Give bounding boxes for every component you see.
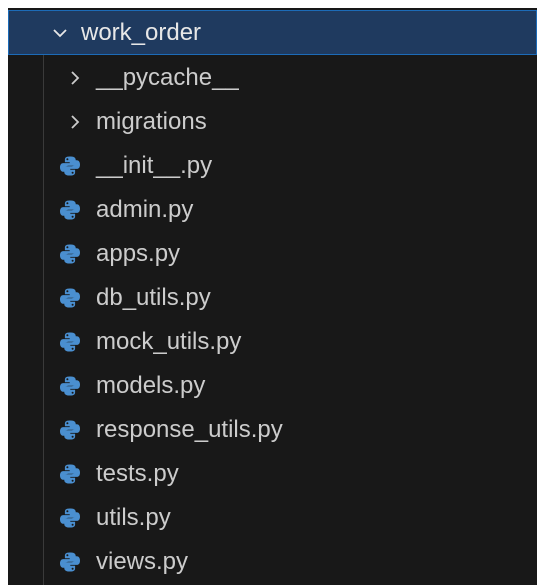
- file-label: db_utils.py: [96, 284, 211, 311]
- tree-file-models[interactable]: models.py: [8, 364, 537, 408]
- python-file-icon: [58, 506, 82, 530]
- tree-file-response-utils[interactable]: response_utils.py: [8, 408, 537, 452]
- folder-label: migrations: [96, 108, 207, 135]
- python-file-icon: [58, 418, 82, 442]
- python-file-icon: [58, 374, 82, 398]
- file-label: views.py: [96, 548, 189, 575]
- tree-file-db-utils[interactable]: db_utils.py: [8, 276, 537, 320]
- python-file-icon: [58, 242, 82, 266]
- chevron-right-icon[interactable]: [64, 111, 86, 133]
- file-label: mock_utils.py: [96, 328, 242, 355]
- tree-file-tests[interactable]: tests.py: [8, 452, 537, 496]
- folder-label: __pycache__: [96, 64, 239, 91]
- tree-file-views[interactable]: views.py: [8, 540, 537, 584]
- python-file-icon: [58, 550, 82, 574]
- file-label: utils.py: [96, 504, 171, 531]
- tree-folder-migrations[interactable]: migrations: [8, 100, 537, 144]
- python-file-icon: [58, 154, 82, 178]
- file-label: response_utils.py: [96, 416, 283, 443]
- chevron-down-icon[interactable]: [49, 22, 71, 44]
- chevron-right-icon[interactable]: [64, 67, 86, 89]
- tree-file-apps[interactable]: apps.py: [8, 232, 537, 276]
- file-label: tests.py: [96, 460, 179, 487]
- file-label: apps.py: [96, 240, 181, 267]
- tree-file-utils[interactable]: utils.py: [8, 496, 537, 540]
- python-file-icon: [58, 330, 82, 354]
- python-file-icon: [58, 198, 82, 222]
- file-label: models.py: [96, 372, 206, 399]
- folder-label: work_order: [81, 18, 202, 46]
- file-explorer-tree: work_order __pycache__ migrations __init…: [8, 8, 537, 585]
- tree-file-admin[interactable]: admin.py: [8, 188, 537, 232]
- python-file-icon: [58, 462, 82, 486]
- tree-file-mock-utils[interactable]: mock_utils.py: [8, 320, 537, 364]
- tree-folder-work-order[interactable]: work_order: [8, 10, 537, 55]
- tree-folder-pycache[interactable]: __pycache__: [8, 56, 537, 100]
- python-file-icon: [58, 286, 82, 310]
- file-label: admin.py: [96, 196, 194, 223]
- tree-file-init[interactable]: __init__.py: [8, 144, 537, 188]
- file-label: __init__.py: [96, 152, 213, 179]
